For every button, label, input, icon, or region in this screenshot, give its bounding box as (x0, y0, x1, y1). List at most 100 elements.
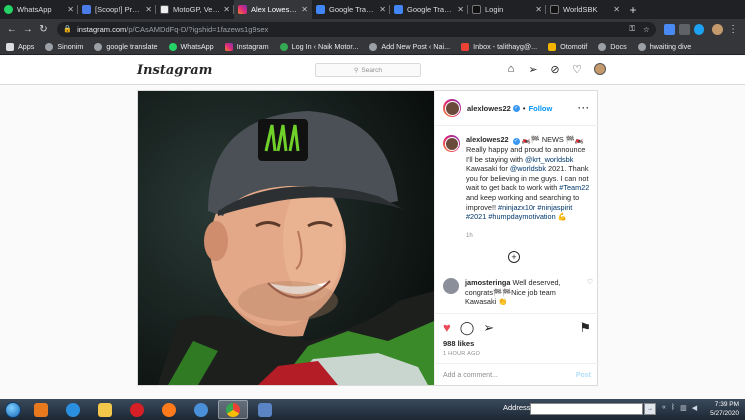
caption-avatar[interactable] (443, 135, 460, 152)
like-heart-icon[interactable]: ♥ (443, 320, 451, 336)
browser-tab[interactable]: [Scoop!] Protor ✕ (78, 0, 156, 19)
caption-headline: 🏍️🏁 NEWS 🏁🏍️ (521, 135, 584, 144)
new-tab-button[interactable]: + (624, 0, 642, 19)
taskbar-app-active[interactable] (218, 400, 248, 419)
taskbar-app[interactable] (154, 400, 184, 419)
browser-tab-active[interactable]: Alex Lowes on ✕ (234, 0, 312, 19)
extension-icon[interactable] (678, 23, 690, 35)
forward-icon[interactable]: → (20, 24, 36, 35)
folder-icon (98, 402, 112, 417)
site-icon (82, 5, 91, 14)
search-app-icon (194, 402, 208, 417)
taskbar-app[interactable] (250, 400, 280, 419)
post-comment-button[interactable]: Post (576, 372, 591, 379)
home-icon[interactable]: ⌂ (500, 63, 522, 76)
bookmark-item[interactable]: google translate (94, 42, 158, 51)
taskbar-app[interactable] (58, 400, 88, 419)
post-username[interactable]: alexlowes22 (467, 104, 511, 113)
more-options-icon[interactable]: ··· (578, 103, 590, 113)
profile-avatar[interactable] (594, 63, 606, 75)
hashtag-link[interactable]: #2021 (466, 212, 486, 221)
close-icon[interactable]: ✕ (613, 5, 620, 14)
save-bookmark-icon[interactable]: ⚑ (579, 320, 591, 336)
caption-username[interactable]: alexlowes22 (466, 135, 509, 144)
start-button[interactable] (0, 399, 26, 420)
reload-icon[interactable]: ↻ (36, 24, 52, 35)
browser-tab[interactable]: WhatsApp ✕ (0, 0, 78, 19)
browser-tab[interactable]: Google Transla ✕ (390, 0, 468, 19)
bookmark-item[interactable]: Instagram (224, 42, 269, 51)
bookmark-item[interactable]: Add New Post ‹ Nai... (369, 42, 450, 51)
commenter-avatar[interactable] (443, 278, 459, 294)
verified-badge-icon: ✓ (512, 138, 520, 145)
search-icon: ⚲ (353, 67, 359, 74)
mention-link[interactable]: @worldsbk (510, 164, 546, 173)
chrome-icon (226, 402, 240, 417)
hashtag-link[interactable]: #Team22 (559, 183, 589, 192)
hashtag-link[interactable]: #humpdaymotivation (488, 212, 555, 221)
close-icon[interactable]: ✕ (301, 5, 308, 14)
expand-tray-icon[interactable]: « (662, 404, 666, 412)
taskbar-app[interactable] (186, 400, 216, 419)
instagram-logo[interactable]: Instagram (137, 63, 212, 78)
mention-link[interactable]: @krt_worldsbk (525, 155, 573, 164)
opera-icon (130, 402, 144, 417)
hashtag-link[interactable]: #ninjaspirit (537, 203, 572, 212)
follow-button[interactable]: Follow (529, 104, 553, 113)
address-toolbar-input[interactable] (530, 403, 643, 415)
globe-icon (94, 42, 103, 51)
clock[interactable]: 7:39 PM 5/27/2020 (710, 400, 739, 418)
close-icon[interactable]: ✕ (457, 5, 464, 14)
close-icon[interactable]: ✕ (145, 5, 152, 14)
load-more-comments-icon[interactable]: + (508, 251, 520, 263)
taskbar-app[interactable] (90, 400, 120, 419)
bluetooth-icon[interactable]: ᛒ (671, 404, 675, 412)
browser-tab[interactable]: MotoGP, Verge ✕ (156, 0, 234, 19)
close-icon[interactable]: ✕ (67, 5, 74, 14)
go-arrow-icon[interactable]: → (644, 403, 656, 415)
browser-tab[interactable]: Google Transla ✕ (312, 0, 390, 19)
browser-tab[interactable]: WorldSBK ✕ (546, 0, 624, 19)
back-icon[interactable]: ← (4, 24, 20, 35)
address-bar[interactable]: 🔒 instagram.com/p/CAsAMDdFq-D/?igshid=1f… (57, 21, 656, 37)
url-host: instagram.com (77, 24, 127, 34)
volume-icon[interactable]: ◀ (692, 404, 697, 412)
post-photo[interactable] (138, 91, 434, 385)
search-input[interactable]: ⚲ Search (315, 63, 421, 77)
bookmark-apps[interactable]: Apps (6, 42, 34, 51)
story-ring-avatar[interactable] (443, 99, 461, 117)
commenter-username[interactable]: jamosteringa (465, 278, 510, 287)
posted-timestamp[interactable]: 1 HOUR AGO (443, 351, 480, 357)
explore-icon[interactable]: ⊘ (544, 63, 566, 76)
extension-icon[interactable] (693, 23, 705, 35)
bookmark-item[interactable]: Docs (598, 42, 627, 51)
like-comment-heart-icon[interactable]: ♡ (587, 278, 593, 307)
menu-icon[interactable]: ⋮ (725, 24, 741, 35)
add-comment-field[interactable]: Add a comment... Post (435, 363, 599, 386)
taskbar-app[interactable] (122, 400, 152, 419)
close-icon[interactable]: ✕ (379, 5, 386, 14)
bookmark-item[interactable]: hwaiting dive (637, 42, 691, 51)
tab-title: Alex Lowes on (251, 5, 299, 14)
bookmark-item[interactable]: WhatsApp (168, 42, 214, 51)
site-icon (550, 5, 559, 14)
activity-heart-icon[interactable]: ♡ (566, 63, 588, 76)
browser-tab[interactable]: Login ✕ (468, 0, 546, 19)
likes-count[interactable]: 988 likes (443, 339, 474, 348)
bookmark-item[interactable]: Log In ‹ Naik Motor... (279, 42, 358, 51)
bookmark-item[interactable]: Inbox - talithayg@... (461, 42, 537, 51)
extension-icon[interactable] (663, 23, 675, 35)
profile-avatar[interactable] (712, 23, 724, 35)
hashtag-link[interactable]: #ninjazx10r (498, 203, 535, 212)
bookmark-item[interactable]: Sinonim (45, 42, 83, 51)
close-icon[interactable]: ✕ (535, 5, 542, 14)
share-icon[interactable]: ➢ (483, 320, 494, 336)
comment-bubble-icon[interactable]: ◯ (460, 320, 475, 336)
close-icon[interactable]: ✕ (223, 5, 230, 14)
key-icon[interactable]: ⚿ (629, 24, 635, 34)
network-icon[interactable]: ▥ (680, 404, 687, 412)
bookmark-item[interactable]: Otomotif (548, 42, 587, 51)
taskbar-app[interactable] (26, 400, 56, 419)
bookmark-star-icon[interactable]: ☆ (643, 25, 650, 34)
direct-message-icon[interactable]: ➢ (522, 63, 544, 76)
